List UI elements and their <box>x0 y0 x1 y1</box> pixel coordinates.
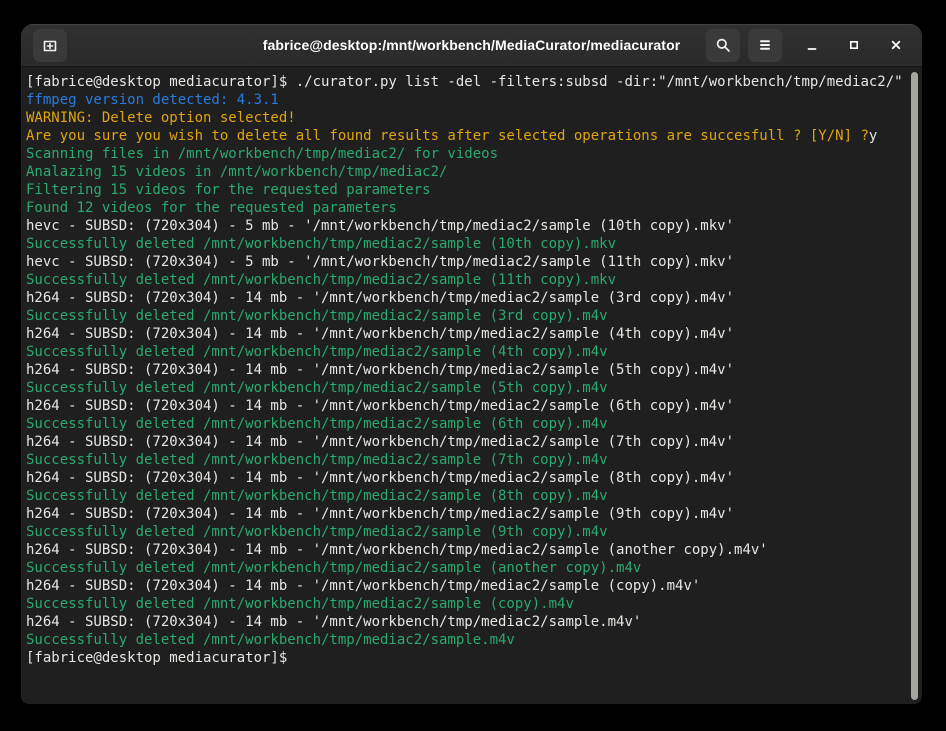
terminal-text-segment: h264 - SUBSD: (720x304) - 14 mb - '/mnt/… <box>26 290 734 306</box>
terminal-text-segment: Successfully deleted /mnt/workbench/tmp/… <box>26 452 608 468</box>
close-button[interactable] <box>884 33 908 57</box>
menu-button[interactable] <box>748 29 782 62</box>
terminal-line: Are you sure you wish to delete all foun… <box>26 127 922 145</box>
terminal-text-segment: hevc - SUBSD: (720x304) - 5 mb - '/mnt/w… <box>26 218 734 234</box>
terminal-line: hevc - SUBSD: (720x304) - 5 mb - '/mnt/w… <box>26 253 922 271</box>
terminal-text-segment: Successfully deleted /mnt/workbench/tmp/… <box>26 344 608 360</box>
terminal-text-segment: [fabrice@desktop mediacurator]$ ./curato… <box>26 74 903 90</box>
terminal-line: Successfully deleted /mnt/workbench/tmp/… <box>26 559 922 577</box>
search-icon <box>715 37 731 53</box>
terminal-line: Filtering 15 videos for the requested pa… <box>26 181 922 199</box>
terminal-line: Successfully deleted /mnt/workbench/tmp/… <box>26 523 922 541</box>
terminal-line: Successfully deleted /mnt/workbench/tmp/… <box>26 415 922 433</box>
terminal-text-segment: Scanning files in /mnt/workbench/tmp/med… <box>26 146 498 162</box>
terminal-text-segment: Successfully deleted /mnt/workbench/tmp/… <box>26 632 515 648</box>
terminal-line: Found 12 videos for the requested parame… <box>26 199 922 217</box>
terminal-line: Scanning files in /mnt/workbench/tmp/med… <box>26 145 922 163</box>
terminal-text-segment: hevc - SUBSD: (720x304) - 5 mb - '/mnt/w… <box>26 254 734 270</box>
terminal-output[interactable]: [fabrice@desktop mediacurator]$ ./curato… <box>21 68 922 704</box>
terminal-text-segment: h264 - SUBSD: (720x304) - 14 mb - '/mnt/… <box>26 542 768 558</box>
terminal-text-segment: h264 - SUBSD: (720x304) - 14 mb - '/mnt/… <box>26 470 734 486</box>
terminal-line: h264 - SUBSD: (720x304) - 14 mb - '/mnt/… <box>26 433 922 451</box>
scrollbar[interactable] <box>909 70 921 702</box>
terminal-text-segment: h264 - SUBSD: (720x304) - 14 mb - '/mnt/… <box>26 326 734 342</box>
terminal-line: Analazing 15 videos in /mnt/workbench/tm… <box>26 163 922 181</box>
terminal-line: h264 - SUBSD: (720x304) - 14 mb - '/mnt/… <box>26 325 922 343</box>
terminal-line: Successfully deleted /mnt/workbench/tmp/… <box>26 271 922 289</box>
terminal-line: [fabrice@desktop mediacurator]$ <box>26 649 922 667</box>
new-tab-icon <box>42 37 58 53</box>
terminal-text-segment: Successfully deleted /mnt/workbench/tmp/… <box>26 272 616 288</box>
terminal-text-segment: Successfully deleted /mnt/workbench/tmp/… <box>26 380 608 396</box>
terminal-line: h264 - SUBSD: (720x304) - 14 mb - '/mnt/… <box>26 469 922 487</box>
terminal-text-segment: ffmpeg version detected: 4.3.1 <box>26 92 279 108</box>
terminal-window: fabrice@desktop:/mnt/workbench/MediaCura… <box>21 24 922 704</box>
terminal-line: WARNING: Delete option selected! <box>26 109 922 127</box>
terminal-text-segment: h264 - SUBSD: (720x304) - 14 mb - '/mnt/… <box>26 434 734 450</box>
terminal-text-segment: Successfully deleted /mnt/workbench/tmp/… <box>26 236 616 252</box>
minimize-icon <box>804 37 820 53</box>
terminal-text-segment: h264 - SUBSD: (720x304) - 14 mb - '/mnt/… <box>26 614 641 630</box>
terminal-line: hevc - SUBSD: (720x304) - 5 mb - '/mnt/w… <box>26 217 922 235</box>
terminal-text-segment: WARNING: Delete option selected! <box>26 110 296 126</box>
terminal-line: h264 - SUBSD: (720x304) - 14 mb - '/mnt/… <box>26 541 922 559</box>
terminal-line: Successfully deleted /mnt/workbench/tmp/… <box>26 307 922 325</box>
titlebar-controls <box>706 24 908 66</box>
terminal-text-segment: Successfully deleted /mnt/workbench/tmp/… <box>26 560 641 576</box>
terminal-line: [fabrice@desktop mediacurator]$ ./curato… <box>26 73 922 91</box>
terminal-line: Successfully deleted /mnt/workbench/tmp/… <box>26 487 922 505</box>
terminal-line: Successfully deleted /mnt/workbench/tmp/… <box>26 451 922 469</box>
terminal-text-segment: Are you sure you wish to delete all foun… <box>26 128 869 144</box>
maximize-button[interactable] <box>842 33 866 57</box>
terminal-text-segment: Successfully deleted /mnt/workbench/tmp/… <box>26 308 608 324</box>
terminal-text-segment: Found 12 videos for the requested parame… <box>26 200 397 216</box>
terminal-text-segment: h264 - SUBSD: (720x304) - 14 mb - '/mnt/… <box>26 506 734 522</box>
terminal-line: h264 - SUBSD: (720x304) - 14 mb - '/mnt/… <box>26 361 922 379</box>
terminal-text-segment: y <box>869 128 877 144</box>
terminal-line: Successfully deleted /mnt/workbench/tmp/… <box>26 343 922 361</box>
terminal-line: Successfully deleted /mnt/workbench/tmp/… <box>26 631 922 649</box>
menu-icon <box>757 37 773 53</box>
terminal-text-segment: Successfully deleted /mnt/workbench/tmp/… <box>26 488 608 504</box>
close-icon <box>888 37 904 53</box>
scrollbar-thumb[interactable] <box>911 72 918 700</box>
terminal-line: Successfully deleted /mnt/workbench/tmp/… <box>26 379 922 397</box>
terminal-text-segment: Successfully deleted /mnt/workbench/tmp/… <box>26 524 608 540</box>
terminal-text-segment: h264 - SUBSD: (720x304) - 14 mb - '/mnt/… <box>26 578 700 594</box>
terminal-line: h264 - SUBSD: (720x304) - 14 mb - '/mnt/… <box>26 613 922 631</box>
titlebar[interactable]: fabrice@desktop:/mnt/workbench/MediaCura… <box>21 24 922 67</box>
new-tab-button[interactable] <box>33 29 67 62</box>
terminal-line: h264 - SUBSD: (720x304) - 14 mb - '/mnt/… <box>26 289 922 307</box>
terminal-line: ffmpeg version detected: 4.3.1 <box>26 91 922 109</box>
terminal-text-segment: h264 - SUBSD: (720x304) - 14 mb - '/mnt/… <box>26 398 734 414</box>
terminal-line: h264 - SUBSD: (720x304) - 14 mb - '/mnt/… <box>26 505 922 523</box>
search-button[interactable] <box>706 29 740 62</box>
terminal-line: h264 - SUBSD: (720x304) - 14 mb - '/mnt/… <box>26 577 922 595</box>
minimize-button[interactable] <box>800 33 824 57</box>
terminal-text-segment: h264 - SUBSD: (720x304) - 14 mb - '/mnt/… <box>26 362 734 378</box>
terminal-text-segment: [fabrice@desktop mediacurator]$ <box>26 650 296 666</box>
terminal-line: Successfully deleted /mnt/workbench/tmp/… <box>26 595 922 613</box>
window-title: fabrice@desktop:/mnt/workbench/MediaCura… <box>263 37 681 53</box>
terminal-line: Successfully deleted /mnt/workbench/tmp/… <box>26 235 922 253</box>
terminal-text-segment: Successfully deleted /mnt/workbench/tmp/… <box>26 596 574 612</box>
terminal-text-segment: Filtering 15 videos for the requested pa… <box>26 182 431 198</box>
maximize-icon <box>846 37 862 53</box>
terminal-text-segment: Successfully deleted /mnt/workbench/tmp/… <box>26 416 608 432</box>
terminal-line: h264 - SUBSD: (720x304) - 14 mb - '/mnt/… <box>26 397 922 415</box>
terminal-text-segment: Analazing 15 videos in /mnt/workbench/tm… <box>26 164 447 180</box>
